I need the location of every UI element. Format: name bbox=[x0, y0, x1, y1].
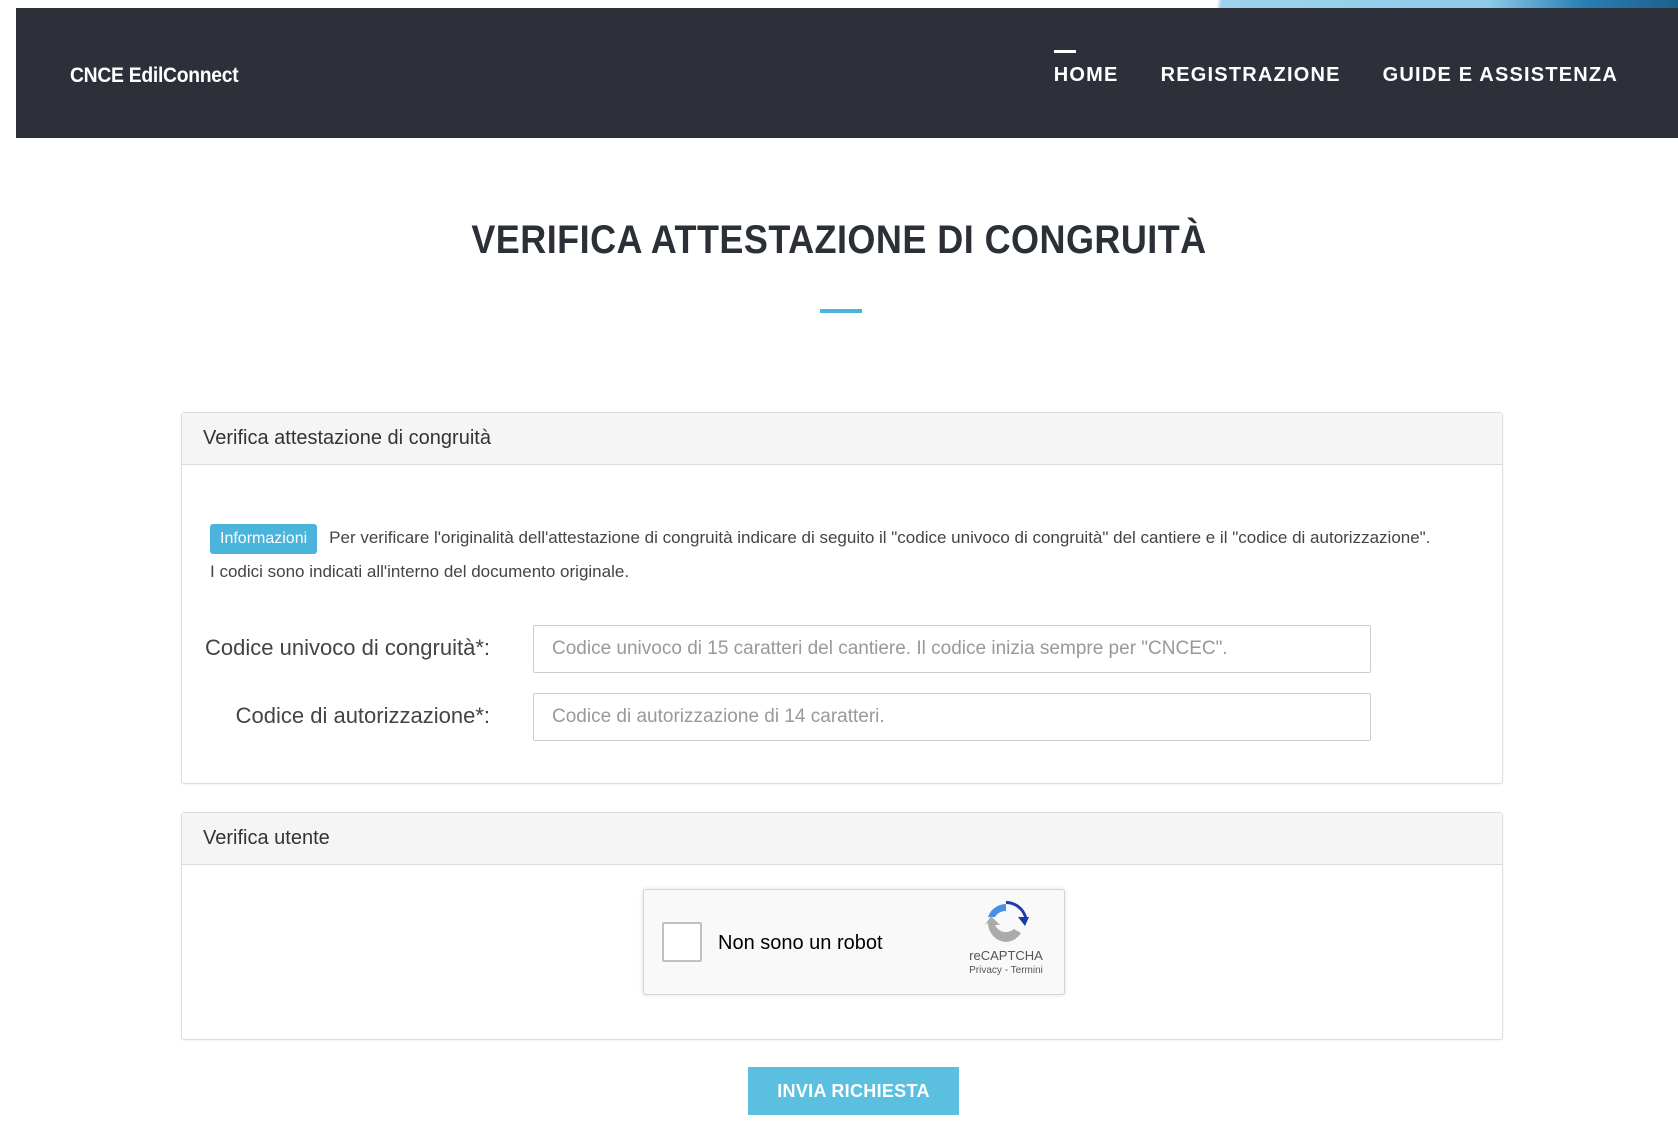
form-row-codice-univoco: Codice univoco di congruità*: bbox=[182, 625, 1502, 673]
codice-autorizzazione-label: Codice di autorizzazione*: bbox=[235, 703, 490, 728]
corner-decoration bbox=[1198, 0, 1678, 8]
info-badge: Informazioni bbox=[210, 523, 318, 554]
recaptcha-widget: Non sono un robot reCAPTCHA Privacy - Te… bbox=[643, 889, 1065, 995]
recaptcha-privacy-terms[interactable]: Privacy - Termini bbox=[966, 965, 1046, 976]
nav-guide-assistenza[interactable]: GUIDE E ASSISTENZA bbox=[1383, 64, 1618, 87]
codice-univoco-input[interactable] bbox=[533, 625, 1371, 673]
panel-verifica-attestazione: Verifica attestazione di congruità Infor… bbox=[181, 412, 1503, 784]
info-message: Informazioni Per verificare l'originalità… bbox=[210, 521, 1482, 589]
page-title: VERIFICA ATTESTAZIONE DI CONGRUITÀ bbox=[471, 218, 1207, 262]
top-navbar: CNCE EdilConnect HOME REGISTRAZIONE GUID… bbox=[16, 8, 1678, 138]
panel-heading: Verifica utente bbox=[182, 813, 1502, 865]
info-text: Per verificare l'originalità dell'attest… bbox=[329, 528, 1431, 547]
nav-registrazione[interactable]: REGISTRAZIONE bbox=[1161, 64, 1341, 87]
info-text-secondary: I codici sono indicati all'interno del d… bbox=[210, 562, 630, 581]
panel-heading: Verifica attestazione di congruità bbox=[182, 413, 1502, 465]
recaptcha-logo: reCAPTCHA Privacy - Termini bbox=[966, 900, 1046, 976]
recaptcha-brand: reCAPTCHA bbox=[969, 948, 1043, 963]
submit-button[interactable]: INVIA RICHIESTA bbox=[748, 1067, 959, 1115]
recaptcha-checkbox[interactable] bbox=[662, 922, 702, 962]
panel-verifica-utente: Verifica utente Non sono un robot reCAPT… bbox=[181, 812, 1503, 1040]
codice-univoco-label: Codice univoco di congruità*: bbox=[205, 635, 490, 660]
recaptcha-label: Non sono un robot bbox=[718, 932, 883, 954]
main-nav: HOME REGISTRAZIONE GUIDE E ASSISTENZA bbox=[1053, 50, 1618, 87]
title-underline bbox=[820, 309, 862, 313]
form-row-codice-autorizzazione: Codice di autorizzazione*: bbox=[182, 693, 1502, 741]
brand-logo[interactable]: CNCE EdilConnect bbox=[70, 64, 239, 88]
codice-autorizzazione-input[interactable] bbox=[533, 693, 1371, 741]
recaptcha-icon bbox=[985, 901, 1029, 942]
nav-home[interactable]: HOME bbox=[1053, 50, 1119, 87]
